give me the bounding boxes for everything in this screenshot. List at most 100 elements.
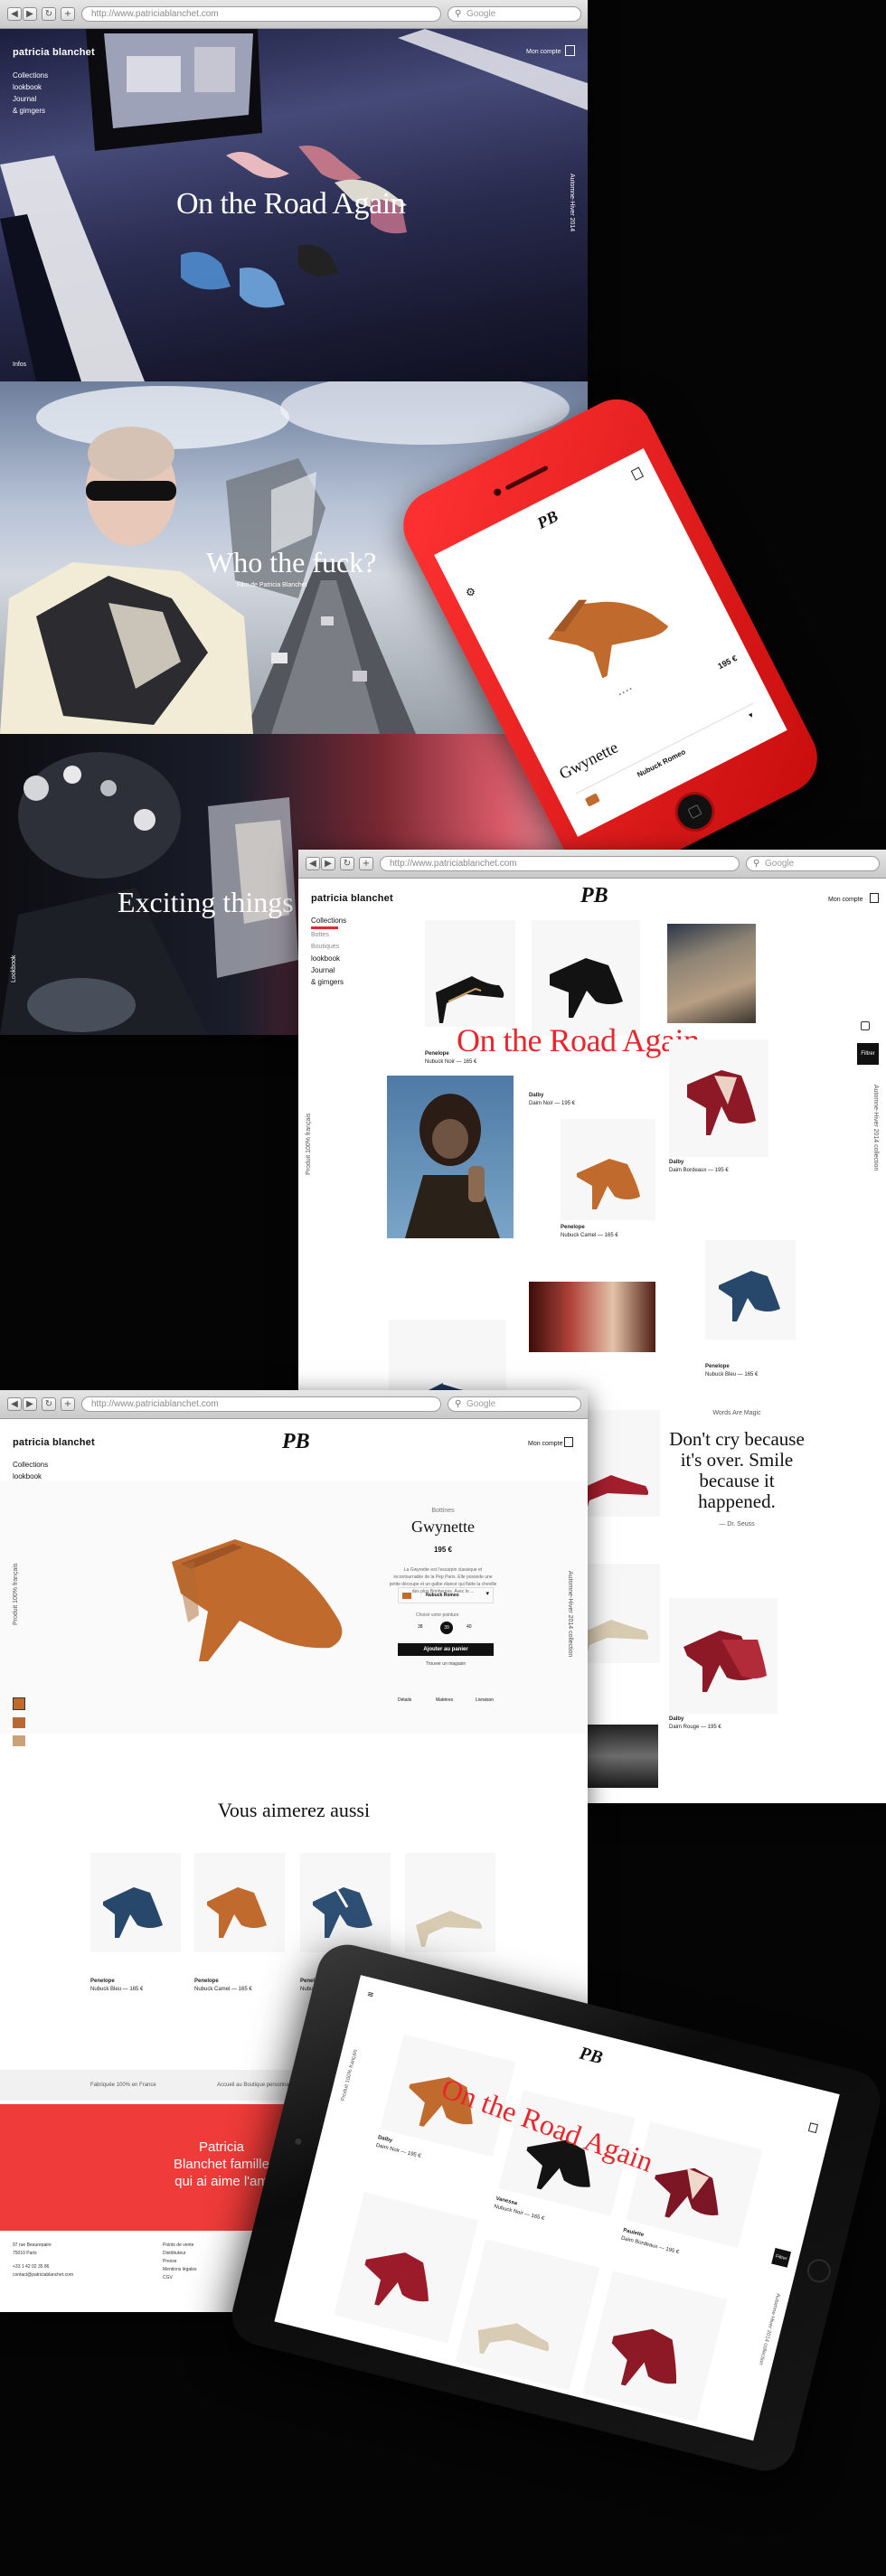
tablet-camera [294,2138,303,2146]
size-option[interactable]: 40 [467,1624,472,1630]
forward-button[interactable]: ▶ [321,857,335,870]
address-bar[interactable]: http://www.patriciablanchet.com [81,1396,441,1412]
footer-band-item: Fabriquée 100% en France [90,2082,156,2088]
monogram-logo[interactable]: PB [580,884,608,908]
phone-cart-icon[interactable] [630,466,645,481]
tablet-home-button[interactable] [805,2256,834,2286]
nav-item-collections[interactable]: Collections [311,915,346,929]
find-store-link[interactable]: Trouver un magasin [398,1661,494,1667]
thumb-strip [13,1697,25,1746]
account-link[interactable]: Mon compte [526,49,561,55]
nav-sub-boutiques[interactable]: Boutiques [311,941,344,953]
monogram-logo[interactable]: PB [282,1430,310,1454]
footer-link[interactable]: Presse [163,2258,197,2266]
nav-item-journal[interactable]: Journal [311,964,344,976]
size-option-selected[interactable]: 39 [440,1622,453,1634]
back-button[interactable]: ◀ [7,7,22,21]
brand-logo[interactable]: patricia blanchet [311,893,393,904]
filter-button[interactable]: Filtrer [857,1043,879,1065]
related-card[interactable] [405,1853,495,1952]
account-link[interactable]: Mon compte [528,1441,563,1447]
related-card[interactable] [300,1853,391,1952]
chevron-down-icon: ▾ [485,1590,489,1597]
related-title: Vous aimerez aussi [217,1799,371,1821]
reload-button[interactable]: ↻ [340,857,354,870]
search-field[interactable]: Google [448,1396,581,1412]
footer-email-link[interactable]: contact@patriciablanchet.com [13,2271,73,2280]
grid-view-icon[interactable] [861,1021,870,1030]
address-bar[interactable]: http://www.patriciablanchet.com [81,6,441,22]
new-tab-button[interactable]: + [359,857,373,870]
tablet-product-card[interactable] [626,2121,763,2249]
product-card[interactable] [425,920,515,1027]
nav-item-collections[interactable]: Collections [13,70,48,81]
reload-button[interactable]: ↻ [42,1397,56,1411]
product-card[interactable] [669,1039,768,1157]
tablet-product-card[interactable] [582,2270,728,2422]
add-to-cart-button[interactable]: Ajouter au panier [398,1643,494,1656]
cart-icon[interactable] [565,45,575,56]
nav-sub-bottes[interactable]: Bottes [311,929,344,941]
main-nav: Collections lookbook Journal & gimgers [13,70,48,117]
reload-button[interactable]: ↻ [42,7,56,21]
lookbook-tile-portrait[interactable] [529,1282,655,1352]
address-bar[interactable]: http://www.patriciablanchet.com [380,856,740,871]
size-option[interactable]: 38 [418,1624,423,1630]
tablet-monogram[interactable]: PB [577,2044,605,2070]
forward-button[interactable]: ▶ [23,1397,37,1411]
tab-details[interactable]: Détails [398,1697,411,1703]
related-card[interactable] [90,1853,181,1952]
lookbook-tile[interactable] [667,924,756,1023]
nav-item-lookbook[interactable]: lookbook [311,953,344,964]
footer-link[interactable]: CGV [163,2274,197,2282]
related-card[interactable] [194,1853,285,1952]
account-link[interactable]: Mon compte [828,897,863,903]
search-field[interactable]: Google [746,856,880,871]
tablet-caption: Dalby Daim Noir — 195 € [375,2135,422,2160]
nav-item-gimgers[interactable]: & gimgers [13,105,48,117]
new-tab-button[interactable]: + [61,1397,75,1411]
lookbook-tile-crowd[interactable] [586,1725,658,1788]
back-button[interactable]: ◀ [7,1397,22,1411]
product-card[interactable] [532,920,640,1036]
new-tab-button[interactable]: + [61,7,75,21]
thumbnail[interactable] [13,1735,25,1746]
nav-item-lookbook[interactable]: lookbook [13,81,48,93]
hero-scroll-label[interactable]: Infos [13,362,26,368]
phone-monogram[interactable]: PB [534,507,561,533]
product-info: Bottines Gwynette 195 € La Gwynette est … [389,1508,497,1595]
cart-icon[interactable] [870,893,879,903]
tablet-product-card[interactable] [334,2192,479,2344]
nav-item-journal[interactable]: Journal [13,93,48,105]
cart-icon[interactable] [564,1437,573,1447]
catalog-left-vertical: Produit 100% français [306,1113,312,1175]
search-field[interactable]: Google [448,6,581,22]
tab-materials[interactable]: Matières [436,1697,453,1703]
tab-delivery[interactable]: Livraison [476,1697,494,1703]
back-button[interactable]: ◀ [306,857,320,870]
nav-item-gimgers[interactable]: & gimgers [311,976,344,988]
forward-button[interactable]: ▶ [23,7,37,21]
size-label: Choisir votre pointure [416,1612,459,1618]
thumbnail[interactable] [13,1697,25,1710]
tablet-filter-button[interactable]: Filtrer [771,2247,792,2268]
thumbnail[interactable] [13,1717,25,1728]
product-card[interactable] [561,1119,655,1220]
footer-link[interactable]: Mentions légales [163,2266,197,2274]
tablet-product-card[interactable] [455,2239,600,2391]
brand-logo[interactable]: patricia blanchet [13,1437,95,1448]
product-card[interactable] [669,1598,778,1714]
footer-link[interactable]: Distributeur [163,2250,197,2258]
tablet-menu-icon[interactable]: ≡ [366,1990,375,2001]
tablet-cart-icon[interactable] [807,2122,819,2134]
product-card[interactable] [705,1240,796,1340]
phone-pager[interactable]: • • • • [617,686,633,698]
brand-logo[interactable]: patricia blanchet [13,47,95,58]
color-select[interactable]: Nubuck Romeo ▾ [398,1587,494,1603]
phone-home-button[interactable] [667,785,722,839]
product-title: Gwynette [411,1518,475,1536]
footer-link[interactable]: Points de vente [163,2242,197,2250]
nav-item-collections[interactable]: Collections [13,1459,48,1471]
phone-menu-icon[interactable]: ⚙ [464,584,478,599]
lookbook-tile-ape[interactable] [387,1076,514,1238]
